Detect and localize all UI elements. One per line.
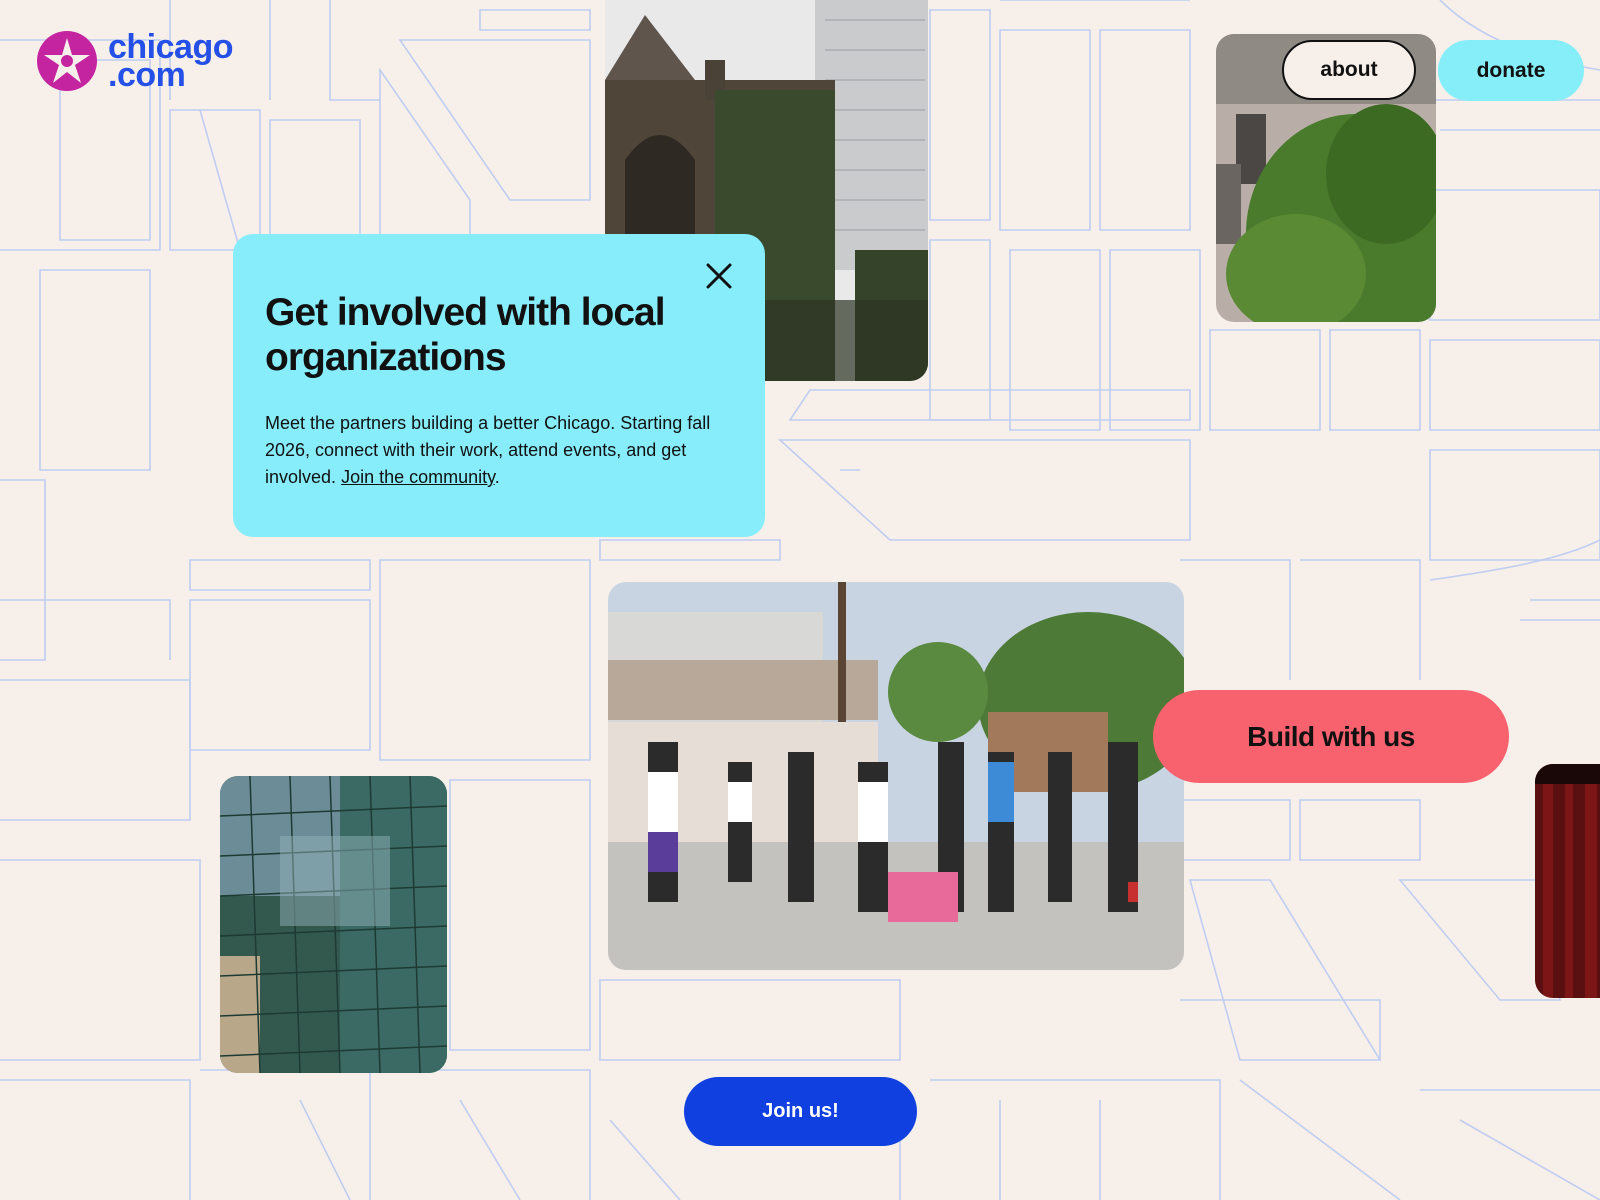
close-icon: [706, 263, 732, 289]
card-body: Meet the partners building a better Chic…: [265, 410, 735, 491]
about-button[interactable]: about: [1282, 40, 1416, 100]
glass-tower-photo: [220, 776, 447, 1073]
card-title: Get involved with local organizations: [265, 291, 666, 379]
logo-wordmark: chicago .com: [108, 30, 233, 92]
get-involved-card: Get involved with local organizations Me…: [233, 234, 765, 537]
build-with-us-button[interactable]: Build with us: [1153, 690, 1509, 783]
close-button[interactable]: [701, 258, 737, 294]
donate-button[interactable]: donate: [1438, 40, 1584, 101]
join-community-link[interactable]: Join the community: [341, 467, 495, 487]
star-in-circle-logo-icon: [37, 31, 97, 91]
theater-curtain-photo: [1535, 764, 1600, 998]
site-logo[interactable]: chicago .com: [36, 30, 233, 92]
join-us-button[interactable]: Join us!: [684, 1077, 917, 1146]
card-body-end: .: [494, 467, 500, 487]
community-event-photo: [608, 582, 1184, 970]
